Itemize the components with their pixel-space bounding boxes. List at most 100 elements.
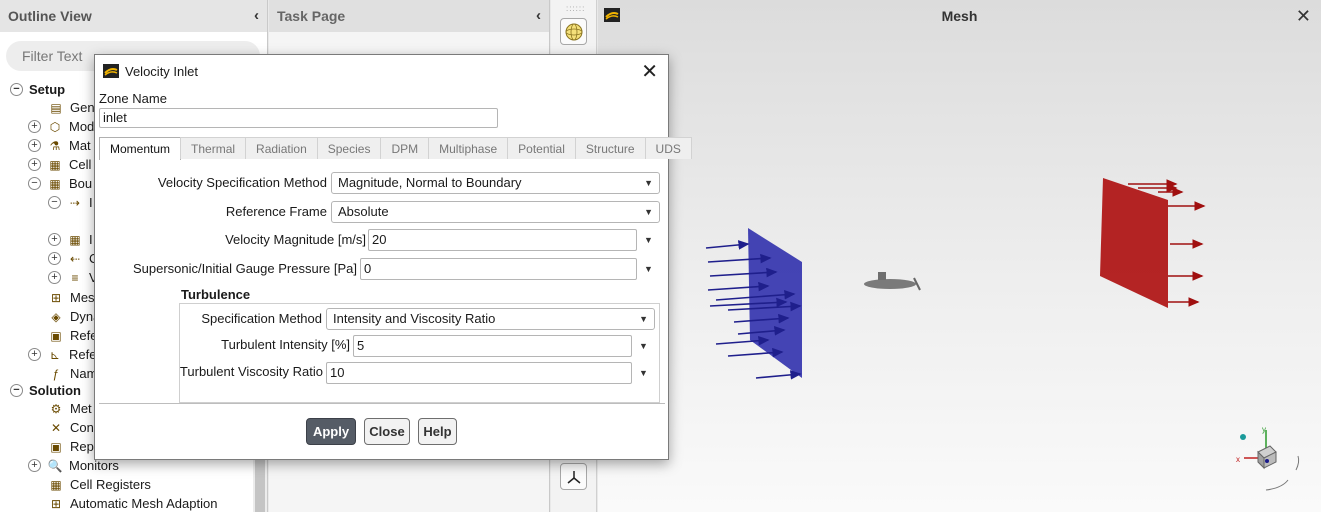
axes-view-button[interactable] xyxy=(560,463,587,490)
reference-frame-dropdown[interactable]: Absolute ▼ xyxy=(331,201,660,223)
monitors-icon: 🔍 xyxy=(47,458,63,473)
svg-text:y: y xyxy=(1262,425,1266,434)
turbulent-intensity-input[interactable]: 5 xyxy=(353,335,632,357)
outline-tree-item-label: Mes xyxy=(70,290,95,305)
close-button[interactable]: Close xyxy=(364,418,410,445)
expand-icon[interactable]: + xyxy=(48,233,61,246)
tab-structure[interactable]: Structure xyxy=(574,137,646,159)
svg-text:x: x xyxy=(1236,455,1240,464)
outline-tree-item-label: Mat xyxy=(69,138,91,153)
outline-tree-item[interactable]: − Solution xyxy=(10,381,81,400)
expand-icon[interactable]: + xyxy=(48,271,61,284)
tab-momentum[interactable]: Momentum xyxy=(99,137,182,160)
expand-icon[interactable]: + xyxy=(28,120,41,133)
dynamic-mesh-icon: ◈ xyxy=(51,309,61,324)
expand-icon[interactable]: + xyxy=(28,459,41,472)
task-page-header: Task Page ‹ xyxy=(269,0,549,32)
outline-tree-item[interactable]: + ▦ I xyxy=(48,230,93,249)
expand-icon[interactable]: + xyxy=(28,348,41,361)
tab-radiation[interactable]: Radiation xyxy=(245,137,318,159)
outline-tree-item[interactable]: + ⚗ Mat xyxy=(28,136,91,155)
methods-icon: ⚙ xyxy=(50,401,62,416)
chevron-down-icon: ▼ xyxy=(644,178,653,188)
spec-method-value: Intensity and Viscosity Ratio xyxy=(333,311,496,326)
outline-tree-item[interactable]: ⚙ Met xyxy=(48,399,92,418)
outline-tree-item[interactable]: + ⊾ Refe xyxy=(28,345,96,364)
task-page-title: Task Page xyxy=(277,8,346,24)
tab-uds[interactable]: UDS xyxy=(644,137,692,159)
collapse-icon[interactable]: − xyxy=(10,384,23,397)
tab-thermal[interactable]: Thermal xyxy=(180,137,247,159)
tab-species[interactable]: Species xyxy=(316,137,382,159)
outline-tree-item-label: Cell xyxy=(69,157,92,172)
outline-tree-item-label: I xyxy=(89,232,93,247)
outline-tree-item[interactable]: + ▦ Cell xyxy=(28,155,91,174)
submarine-model xyxy=(864,272,921,291)
zone-name-input[interactable]: inlet xyxy=(99,108,498,128)
outline-tree-item[interactable]: ▣ Rep xyxy=(48,437,94,456)
outline-tree-item[interactable]: +≡V xyxy=(48,268,98,287)
outline-tree-item[interactable]: + ⬡ Mod xyxy=(28,117,94,136)
chevron-down-icon[interactable]: ▼ xyxy=(644,264,662,274)
velocity-magnitude-label: Velocity Magnitude [m/s] xyxy=(225,232,366,247)
collapse-icon[interactable]: − xyxy=(48,196,61,209)
sphere-view-button[interactable] xyxy=(560,18,587,45)
outline-tree-item[interactable]: +⇠C xyxy=(48,249,98,268)
outline-tree-item[interactable]: ⊞ Mes xyxy=(48,288,95,307)
collapse-icon[interactable]: − xyxy=(28,177,41,190)
models-icon: ⬡ xyxy=(49,119,61,134)
outline-tree-item-label: Mod xyxy=(69,119,95,134)
collapse-panel-icon[interactable]: ‹ xyxy=(536,7,541,24)
cell-zones-icon: ▦ xyxy=(49,157,61,172)
dialog-tabs: Momentum Thermal Radiation Species DPM M… xyxy=(99,137,692,160)
close-dialog-icon[interactable]: ✕ xyxy=(641,59,658,84)
mesh-interfaces-icon: ⊞ xyxy=(50,290,62,305)
report-definitions-icon: ▣ xyxy=(50,439,62,454)
expand-icon[interactable]: + xyxy=(48,252,61,265)
collapse-panel-icon[interactable]: ‹ xyxy=(254,7,259,24)
velocity-spec-value: Magnitude, Normal to Boundary xyxy=(338,175,522,190)
orientation-triad: y x xyxy=(1236,425,1300,491)
dialog-separator xyxy=(99,403,665,404)
outline-tree-item-label: Solution xyxy=(29,383,81,398)
tab-multiphase[interactable]: Multiphase xyxy=(428,137,509,159)
outline-tree-item[interactable]: ▦ Cell Registers xyxy=(48,475,151,494)
outline-tree-item[interactable]: ✕ Con xyxy=(48,418,94,437)
chevron-down-icon[interactable]: ▼ xyxy=(639,368,662,378)
outline-view-title: Outline View xyxy=(8,8,92,24)
tab-dpm[interactable]: DPM xyxy=(380,137,430,159)
expand-icon[interactable]: + xyxy=(28,158,41,171)
velocity-spec-dropdown[interactable]: Magnitude, Normal to Boundary ▼ xyxy=(331,172,660,194)
help-button[interactable]: Help xyxy=(418,418,457,445)
outlet-icon: ⇠ xyxy=(69,251,81,266)
apply-button[interactable]: Apply xyxy=(306,418,356,445)
expand-icon[interactable]: + xyxy=(28,139,41,152)
dialog-titlebar[interactable]: Velocity Inlet ✕ xyxy=(95,55,668,87)
chevron-down-icon: ▼ xyxy=(639,314,648,324)
chevron-down-icon: ▼ xyxy=(644,207,653,217)
named-expressions-icon: ƒ xyxy=(52,366,60,381)
outline-tree-item[interactable]: ◈ Dyna xyxy=(48,307,100,326)
chevron-down-icon[interactable]: ▼ xyxy=(644,235,662,245)
turbulent-viscosity-input[interactable]: 10 xyxy=(326,362,632,384)
collapse-icon[interactable]: − xyxy=(10,83,23,96)
interior-icon: ▦ xyxy=(69,232,81,247)
velocity-magnitude-input[interactable]: 20 xyxy=(368,229,637,251)
toolbar-grip-icon[interactable]: :::::: xyxy=(566,4,584,13)
spec-method-dropdown[interactable]: Intensity and Viscosity Ratio ▼ xyxy=(326,308,655,330)
gauge-pressure-label: Supersonic/Initial Gauge Pressure [Pa] xyxy=(132,261,357,276)
velocity-spec-label: Velocity Specification Method xyxy=(157,175,327,190)
gauge-pressure-input[interactable]: 0 xyxy=(360,258,637,280)
mesh-graphics-window[interactable]: Mesh ✕ y x xyxy=(598,0,1321,512)
turbulent-intensity-label: Turbulent Intensity [%] xyxy=(221,337,350,352)
materials-icon: ⚗ xyxy=(49,138,61,153)
outline-tree-item[interactable]: − Setup xyxy=(10,80,65,99)
outline-tree-item[interactable]: ⊞ Automatic Mesh Adaption xyxy=(48,494,217,512)
outline-tree-item[interactable]: − ⇢ I xyxy=(48,193,93,212)
tab-potential[interactable]: Potential xyxy=(507,137,576,159)
outline-tree-item[interactable]: − ▦ Bou xyxy=(28,174,92,193)
turbulence-heading: Turbulence xyxy=(181,287,251,302)
mesh-scene: y x xyxy=(705,178,1300,491)
outline-tree-item[interactable]: ▣ Refe xyxy=(48,326,97,345)
chevron-down-icon[interactable]: ▼ xyxy=(639,341,662,351)
